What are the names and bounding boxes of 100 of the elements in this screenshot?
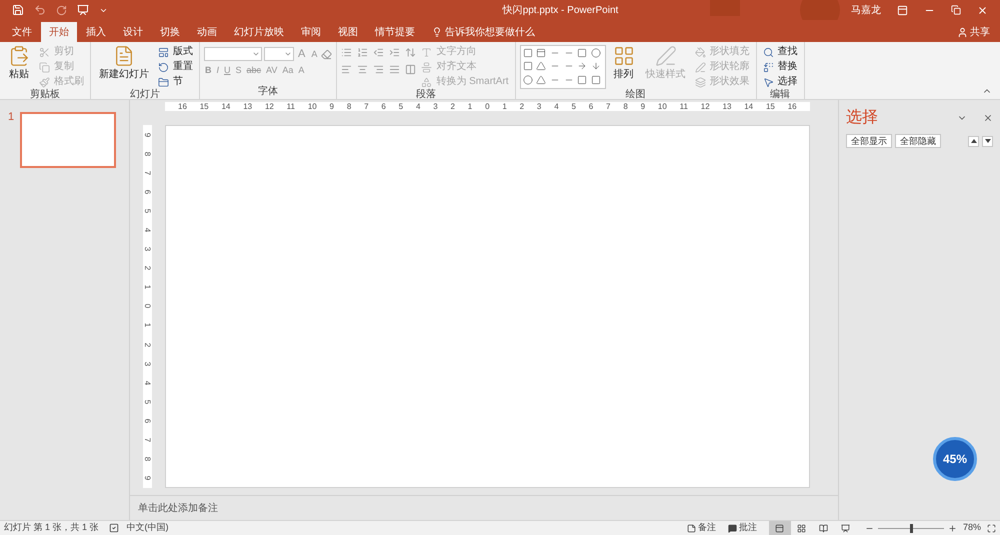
dropdown-icon[interactable] — [284, 50, 292, 58]
ribbon-button[interactable]: 选择 — [760, 75, 800, 89]
ribbon-tab[interactable]: 幻灯片放映 — [226, 22, 292, 42]
redo-icon[interactable] — [56, 4, 67, 16]
notes-placeholder[interactable]: 单击此处添加备注 — [138, 500, 218, 516]
shape-icon[interactable] — [590, 74, 601, 85]
ribbon-display-icon[interactable] — [897, 4, 908, 16]
shapes-gallery[interactable] — [520, 45, 606, 89]
ribbon-tab[interactable]: 视图 — [330, 22, 366, 42]
ruler-number: 5 — [398, 102, 404, 110]
ruler-number: 6 — [144, 418, 152, 423]
ruler-number: 10 — [658, 102, 667, 110]
ribbon-tab[interactable]: 插入 — [78, 22, 114, 42]
window-title: 快闪ppt.pptx - PowerPoint — [502, 4, 618, 18]
zoom-slider-thumb[interactable] — [910, 524, 913, 532]
ribbon-button-icon — [421, 62, 432, 72]
ribbon-button-icon — [158, 46, 169, 58]
tell-me-field[interactable]: 告诉我你想要做什么 — [424, 22, 543, 42]
ruler-number: 15 — [766, 102, 775, 110]
shape-icon[interactable] — [590, 48, 601, 58]
ribbon-tab[interactable]: 动画 — [189, 22, 225, 42]
share-button[interactable]: 共享 — [957, 22, 1000, 42]
group-label: 剪贴板 — [29, 89, 61, 102]
pane-title: 选择 — [846, 108, 879, 128]
move-down-button[interactable] — [982, 136, 993, 146]
notes-button[interactable]: 备注 — [686, 521, 716, 535]
ribbon-button-icon — [39, 62, 50, 72]
ribbon-large-icon — [113, 45, 135, 67]
ruler-number: 3 — [536, 102, 542, 110]
ruler-number: 4 — [144, 228, 152, 232]
ruler-number: 9 — [640, 102, 646, 110]
ruler-number: 13 — [722, 102, 732, 110]
ribbon-tab[interactable]: 情节提要 — [367, 22, 423, 42]
ruler-number: 2 — [144, 342, 152, 347]
font-name-field[interactable] — [204, 47, 262, 61]
ribbon-button-icon — [694, 46, 706, 58]
ribbon-button-icon — [694, 62, 706, 72]
ruler-number: 3 — [433, 102, 438, 110]
ruler-number: 2 — [450, 102, 455, 110]
ruler-number: 14 — [744, 102, 754, 110]
restore-icon[interactable] — [951, 5, 961, 15]
ribbon-button[interactable]: 重置 — [156, 60, 195, 74]
ribbon-button[interactable]: 节 — [156, 75, 195, 89]
ruler-number: 11 — [286, 102, 295, 110]
ruler-number: 7 — [144, 438, 152, 442]
shape-icon[interactable] — [577, 74, 588, 85]
group-label: 绘图 — [624, 89, 647, 102]
ribbon-button[interactable]: 替换 — [760, 60, 800, 74]
shape-icon[interactable] — [522, 61, 533, 72]
move-up-button[interactable] — [968, 136, 979, 146]
shape-icon[interactable] — [536, 74, 546, 85]
undo-icon[interactable] — [34, 4, 46, 16]
pane-button[interactable]: 全部隐藏 — [895, 134, 941, 148]
font-size-field[interactable] — [264, 47, 294, 61]
ruler-number: 9 — [330, 102, 334, 110]
pane-button[interactable]: 全部显示 — [846, 134, 892, 148]
down-triangle-icon — [984, 139, 990, 143]
close-icon[interactable] — [983, 113, 993, 123]
ruler-number: 2 — [520, 102, 524, 110]
sorter-view-icon — [797, 524, 806, 532]
ribbon-large-button[interactable]: 排列 — [608, 45, 639, 80]
zoom-in-icon[interactable] — [948, 524, 957, 532]
shape-icon[interactable] — [577, 48, 588, 58]
language-label[interactable]: 中文(中国) — [126, 521, 169, 535]
shape-icon[interactable] — [522, 48, 533, 58]
dropdown-icon[interactable] — [252, 50, 260, 58]
ribbon-tab[interactable]: 设计 — [115, 22, 151, 42]
ruler-number: 8 — [346, 102, 352, 110]
slide-count: 幻灯片 第 1 张，共 1 张 — [4, 521, 99, 534]
comments-button[interactable]: 批注 — [728, 521, 757, 535]
shape-icon[interactable] — [536, 61, 546, 72]
ribbon-tab[interactable]: 切换 — [152, 22, 188, 42]
shape-icon[interactable] — [536, 48, 546, 58]
shape-icon[interactable] — [590, 61, 601, 72]
ruler-number: 0 — [485, 102, 490, 110]
view-button[interactable] — [768, 521, 791, 535]
ribbon-button-icon — [762, 62, 774, 72]
shape-icon[interactable] — [522, 74, 533, 85]
ribbon-large-button[interactable]: 粘贴 — [4, 45, 34, 80]
close-icon[interactable] — [977, 4, 988, 16]
floating-widget[interactable]: 45% — [933, 437, 977, 481]
zoom-level[interactable]: 78% — [962, 521, 981, 535]
ruler-number: 3 — [144, 247, 152, 252]
ruler-number: 2 — [144, 266, 152, 271]
save-icon[interactable] — [12, 4, 24, 16]
clear-format-icon[interactable] — [321, 48, 332, 60]
ribbon-large-button[interactable]: 新建幻灯片 — [95, 45, 153, 80]
ribbon-tab[interactable]: 开始 — [41, 22, 77, 42]
presentation-icon[interactable] — [77, 4, 89, 16]
fit-to-window-icon[interactable] — [987, 524, 996, 532]
ribbon-tab[interactable]: 审阅 — [293, 22, 329, 42]
user-name[interactable]: 马嘉龙 — [851, 2, 881, 18]
spell-check-icon[interactable] — [108, 523, 119, 533]
ribbon-button[interactable]: 查找 — [760, 45, 800, 59]
ribbon-tab[interactable]: 文件 — [4, 22, 40, 42]
slide-thumbnail[interactable] — [20, 112, 116, 168]
shape-icon[interactable] — [577, 61, 588, 72]
slide-number: 1 — [8, 112, 14, 125]
ribbon-button-icon — [158, 62, 169, 72]
ribbon-button[interactable]: 版式 — [156, 45, 195, 59]
